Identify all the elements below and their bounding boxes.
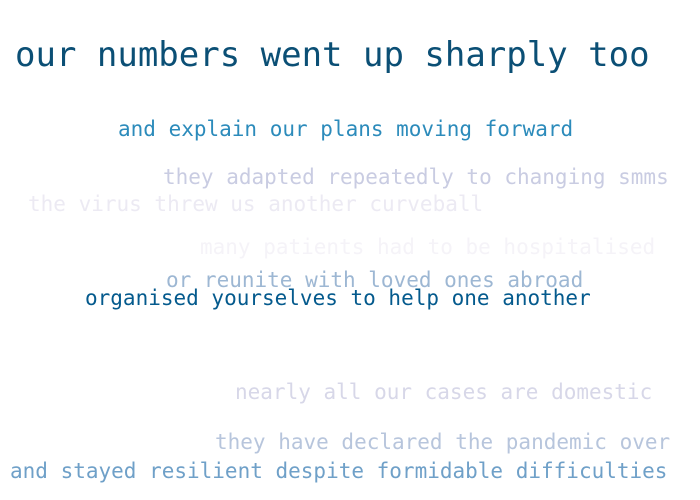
phrase-explain-our-plans: and explain our plans moving forward [118, 117, 574, 141]
phrase-cloud: our numbers went up sharply too and expl… [0, 0, 700, 500]
phrase-our-numbers-went-up: our numbers went up sharply too [15, 35, 650, 75]
phrase-stayed-resilient: and stayed resilient despite formidable … [10, 459, 668, 483]
phrase-cases-are-domestic: nearly all our cases are domestic [235, 380, 653, 404]
phrase-organised-yourselves: organised yourselves to help one another [85, 286, 591, 310]
phrase-they-adapted-repeatedly: they adapted repeatedly to changing smms [163, 165, 669, 189]
phrase-virus-threw-curveball: the virus threw us another curveball [28, 192, 484, 216]
phrase-declared-pandemic-over: they have declared the pandemic over [215, 430, 671, 454]
phrase-patients-hospitalised: many patients had to be hospitalised [200, 235, 656, 259]
